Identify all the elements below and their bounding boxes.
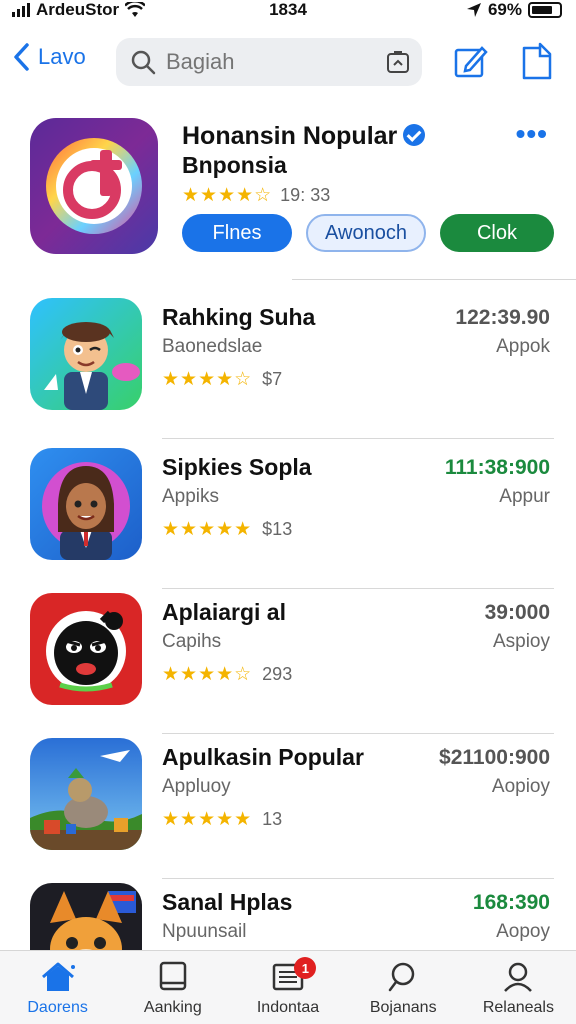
featured-title-text: Honansin Nopular bbox=[182, 122, 398, 150]
featured-subtitle: Bnponsia bbox=[182, 152, 287, 178]
featured-app-icon[interactable] bbox=[30, 118, 158, 254]
tab-label: Indontaa bbox=[256, 999, 320, 1016]
app-action-button[interactable]: Appok bbox=[496, 336, 550, 358]
app-action-button[interactable]: Appur bbox=[499, 486, 550, 508]
app-rating-count: 293 bbox=[262, 664, 293, 684]
list-item[interactable]: Apulkasin Popular Appluoy ★★★★★ 13 $2110… bbox=[0, 734, 576, 879]
star-rating-icon: ★★★★★ bbox=[162, 519, 253, 540]
featured-rating-count: 19: 33 bbox=[280, 185, 331, 205]
battery-icon bbox=[528, 2, 562, 18]
back-label: Lavo bbox=[38, 44, 86, 69]
app-icon-girl bbox=[30, 448, 142, 560]
notification-badge: 1 bbox=[294, 957, 317, 979]
app-rating: ★★★★☆ $7 bbox=[162, 368, 282, 391]
app-category: Capihs bbox=[162, 631, 222, 652]
edit-icon[interactable] bbox=[452, 42, 488, 82]
tab-label: Bojanans bbox=[369, 999, 437, 1016]
search-bar[interactable] bbox=[116, 38, 422, 86]
featured-primary-button[interactable]: Flnes bbox=[182, 214, 292, 252]
tab-profile[interactable]: Relaneals bbox=[461, 951, 576, 1024]
search-icon bbox=[388, 962, 415, 992]
app-name: Rahking Suha bbox=[162, 304, 316, 330]
home-icon bbox=[41, 962, 75, 991]
share-icon[interactable] bbox=[518, 42, 554, 82]
app-category: Appiks bbox=[162, 486, 220, 507]
tab-list[interactable]: 1 Indontaa bbox=[230, 951, 345, 1024]
location-arrow-icon bbox=[466, 3, 481, 17]
status-right: 69% bbox=[466, 0, 562, 20]
tab-home[interactable]: Daorens bbox=[0, 951, 115, 1024]
top-navigation: Lavo bbox=[0, 34, 576, 90]
list-item[interactable]: Sipkies Sopla Appiks ★★★★★ $13 111:38:90… bbox=[0, 444, 576, 589]
battery-percent: 69% bbox=[487, 0, 522, 19]
star-rating-icon: ★★★★☆ bbox=[162, 664, 253, 685]
search-icon bbox=[131, 50, 156, 75]
app-rating: ★★★★★ 13 bbox=[162, 808, 282, 831]
wifi-icon bbox=[125, 2, 146, 17]
featured-title: Honansin Nopular bbox=[182, 122, 426, 151]
app-category: Baonedslae bbox=[162, 336, 263, 357]
tab-ranking[interactable]: Aanking bbox=[115, 951, 230, 1024]
app-name: Sipkies Sopla bbox=[162, 454, 312, 480]
divider bbox=[292, 279, 576, 280]
clipboard-icon[interactable] bbox=[386, 50, 410, 74]
app-rating-count: $7 bbox=[262, 369, 283, 389]
list-item[interactable]: Rahking Suha Baonedslae ★★★★☆ $7 122:39.… bbox=[0, 294, 576, 439]
featured-rating: ★★★★☆ 19: 33 bbox=[182, 184, 330, 207]
app-rating: ★★★★★ $13 bbox=[162, 518, 292, 541]
app-price: 168:390 bbox=[472, 891, 550, 914]
featured-secondary-button[interactable]: Awonoch bbox=[306, 214, 426, 252]
more-options-button[interactable]: ••• bbox=[516, 118, 548, 150]
app-category: Appluoy bbox=[162, 776, 231, 797]
search-input[interactable] bbox=[166, 49, 366, 75]
featured-app: Honansin Nopular Bnponsia ★★★★☆ 19: 33 •… bbox=[0, 112, 576, 282]
back-button[interactable]: Lavo bbox=[12, 42, 86, 72]
app-rating-count: $13 bbox=[262, 519, 293, 539]
app-price: 122:39.90 bbox=[455, 306, 550, 329]
app-price: $21100:900 bbox=[439, 746, 550, 769]
app-name: Aplaiargi al bbox=[162, 599, 286, 625]
carrier-name: ArdeuStor bbox=[36, 0, 120, 19]
app-icon-character bbox=[30, 298, 142, 410]
tab-label: Relaneals bbox=[482, 999, 554, 1016]
ranking-icon bbox=[159, 961, 187, 991]
app-rating: ★★★★☆ 293 bbox=[162, 663, 292, 686]
app-icon-adventure bbox=[30, 738, 142, 850]
app-action-button[interactable]: Aspioy bbox=[493, 631, 550, 653]
app-name: Sanal Hplas bbox=[162, 889, 293, 915]
star-rating-icon: ★★★★☆ bbox=[182, 185, 273, 206]
signal-icon bbox=[12, 3, 30, 17]
app-category: Npuunsail bbox=[162, 921, 247, 942]
status-bar: ArdeuStor 1834 69% bbox=[0, 0, 576, 24]
star-rating-icon: ★★★★☆ bbox=[162, 369, 253, 390]
featured-actions: Flnes Awonoch Clok bbox=[182, 214, 554, 252]
app-rating-count: 13 bbox=[262, 809, 283, 829]
app-action-button[interactable]: Aopioy bbox=[492, 776, 550, 798]
app-price: 111:38:900 bbox=[444, 456, 550, 479]
chevron-left-icon bbox=[14, 43, 29, 71]
tab-search[interactable]: Bojanans bbox=[346, 951, 461, 1024]
profile-icon bbox=[504, 962, 533, 992]
tab-label: Daorens bbox=[27, 999, 88, 1016]
tab-bar: Daorens Aanking 1 Indontaa Bojanans Rela… bbox=[0, 950, 576, 1024]
status-left: ArdeuStor bbox=[12, 0, 146, 20]
app-name: Apulkasin Popular bbox=[162, 744, 364, 770]
divider bbox=[162, 438, 554, 439]
verified-badge-icon bbox=[403, 124, 426, 147]
app-price: 39:000 bbox=[484, 601, 550, 624]
list-item[interactable]: Aplaiargi al Capihs ★★★★☆ 293 39:000 Asp… bbox=[0, 589, 576, 734]
star-rating-icon: ★★★★★ bbox=[162, 809, 253, 830]
featured-get-button[interactable]: Clok bbox=[440, 214, 554, 252]
tab-label: Aanking bbox=[143, 999, 202, 1016]
app-icon-ninja bbox=[30, 593, 142, 705]
app-action-button[interactable]: Aopoy bbox=[496, 921, 550, 943]
